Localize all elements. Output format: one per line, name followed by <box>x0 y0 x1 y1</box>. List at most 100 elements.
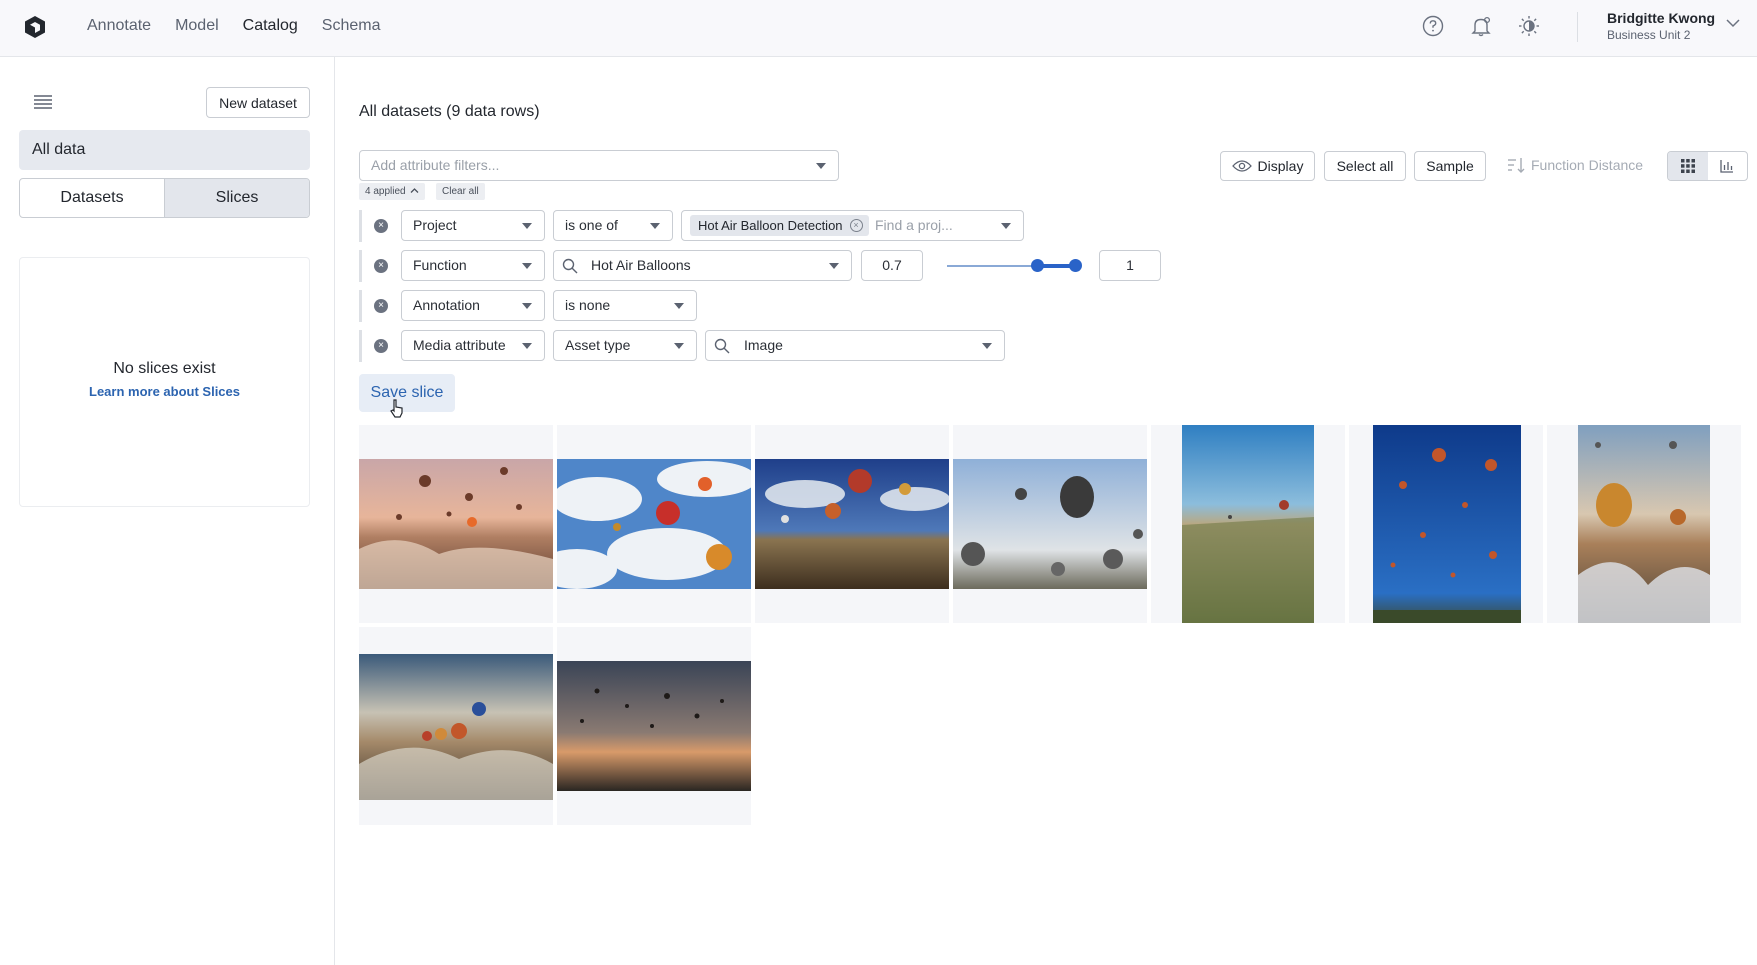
caret-down-icon <box>522 263 532 269</box>
user-menu[interactable]: Bridgitte Kwong Business Unit 2 <box>1607 10 1715 43</box>
select-all-button[interactable]: Select all <box>1324 151 1406 181</box>
function-select[interactable]: Hot Air Balloons <box>553 250 852 281</box>
filter-row-marker <box>359 250 362 282</box>
function-min-input[interactable]: 0.7 <box>861 250 923 281</box>
balloons-rock-ridge <box>359 654 553 800</box>
sidebar-item-all-data[interactable]: All data <box>19 130 310 170</box>
gallery-item[interactable] <box>953 425 1147 623</box>
top-icon-group <box>1420 13 1542 39</box>
page-title: All datasets (9 data rows) <box>359 103 540 120</box>
filter-field-select[interactable]: Function <box>401 250 545 281</box>
remove-filter-icon[interactable]: × <box>374 219 388 233</box>
clear-all-filters-button[interactable]: Clear all <box>436 183 485 200</box>
learn-more-slices-link[interactable]: Learn more about Slices <box>20 384 309 399</box>
filter-field-select[interactable]: Media attribute <box>401 330 545 361</box>
gallery-item[interactable] <box>359 425 553 623</box>
caret-down-icon <box>1001 223 1011 229</box>
project-multiselect[interactable]: Hot Air Balloon Detection × Find a proj..… <box>681 210 1024 241</box>
filter-operator-select[interactable]: is one of <box>553 210 673 241</box>
remove-filter-icon[interactable]: × <box>374 339 388 353</box>
applied-count: 4 applied <box>365 186 406 197</box>
filter-operator-value: is none <box>565 297 611 313</box>
chevron-down-icon[interactable] <box>1726 18 1740 28</box>
save-slice-button[interactable]: Save slice <box>359 374 455 412</box>
eye-icon <box>1231 160 1252 172</box>
filter-row-marker <box>359 330 362 362</box>
balloons-portrait-valley <box>1182 425 1314 623</box>
caret-down-icon <box>816 163 826 169</box>
caret-down-icon <box>650 223 660 229</box>
brightness-icon[interactable] <box>1516 13 1542 39</box>
bell-icon[interactable] <box>1468 13 1494 39</box>
gallery-item[interactable] <box>359 627 553 825</box>
chevron-up-icon <box>410 188 419 193</box>
asset-type-value: Image <box>744 337 783 353</box>
sample-button[interactable]: Sample <box>1414 151 1486 181</box>
function-max-input[interactable]: 1 <box>1099 250 1161 281</box>
caret-down-icon <box>829 263 839 269</box>
nav-schema[interactable]: Schema <box>322 16 381 36</box>
display-button[interactable]: Display <box>1220 151 1315 181</box>
tab-datasets[interactable]: Datasets <box>20 179 164 217</box>
list-menu-icon[interactable] <box>33 94 53 110</box>
filter-field-value: Annotation <box>413 297 480 313</box>
gallery-item[interactable] <box>557 425 751 623</box>
gallery-item[interactable] <box>1349 425 1543 623</box>
chart-view-icon[interactable] <box>1708 152 1748 180</box>
search-icon <box>714 338 730 354</box>
attribute-filter-input[interactable]: Add attribute filters... <box>359 150 839 181</box>
grid-view-icon[interactable] <box>1668 152 1708 180</box>
filter-operator-select[interactable]: is none <box>553 290 697 321</box>
datasets-slices-toggle: Datasets Slices <box>19 178 310 218</box>
caret-down-icon <box>674 343 684 349</box>
sort-icon <box>1508 158 1525 173</box>
logo-icon[interactable] <box>22 14 48 40</box>
empty-slices-title: No slices exist <box>113 360 216 377</box>
gallery-item[interactable] <box>1547 425 1741 623</box>
applied-filters-chip[interactable]: 4 applied <box>359 183 426 200</box>
new-dataset-button[interactable]: New dataset <box>206 87 310 118</box>
filter-field-select[interactable]: Project <box>401 210 545 241</box>
empty-slices-card: No slices exist Learn more about Slices <box>19 257 310 507</box>
find-project-placeholder[interactable]: Find a proj... <box>875 211 953 240</box>
nav-catalog[interactable]: Catalog <box>243 16 298 36</box>
asset-type-value-select[interactable]: Image <box>705 330 1005 361</box>
filter-field-value: Media attribute <box>413 337 506 353</box>
caret-down-icon <box>522 343 532 349</box>
nav-annotate[interactable]: Annotate <box>87 16 151 36</box>
top-divider <box>1577 12 1578 42</box>
user-name: Bridgitte Kwong <box>1607 10 1716 26</box>
filter-operator-value: is one of <box>565 217 618 233</box>
caret-down-icon <box>674 303 684 309</box>
balloons-portrait-canyon <box>1578 425 1710 623</box>
help-icon[interactable] <box>1420 13 1446 39</box>
search-icon <box>562 258 578 274</box>
caret-down-icon <box>522 303 532 309</box>
main-nav: Annotate Model Catalog Schema <box>87 16 381 36</box>
remove-filter-icon[interactable]: × <box>374 259 388 273</box>
top-navigation-bar: Annotate Model Catalog Schema Bridgitte … <box>0 0 1757 57</box>
gallery-item[interactable] <box>557 627 751 825</box>
function-distance-label: Function Distance <box>1531 157 1644 173</box>
mouse-pointer-icon <box>390 399 403 418</box>
gallery-item[interactable] <box>755 425 949 623</box>
filter-field-value: Project <box>413 217 457 233</box>
gallery-item[interactable] <box>1151 425 1345 623</box>
project-tag: Hot Air Balloon Detection × <box>690 215 869 236</box>
remove-filter-icon[interactable]: × <box>374 299 388 313</box>
tab-slices[interactable]: Slices <box>164 179 309 217</box>
filter-operator-select[interactable]: Asset type <box>553 330 697 361</box>
view-toggle <box>1667 151 1748 181</box>
filter-field-select[interactable]: Annotation <box>401 290 545 321</box>
function-value: Hot Air Balloons <box>591 257 691 273</box>
slider-max-handle[interactable] <box>1069 259 1082 272</box>
function-distance-sort[interactable]: Function Distance <box>1507 157 1643 173</box>
balloons-morning-sky <box>953 459 1147 589</box>
user-unit: Business Unit 2 <box>1607 28 1691 42</box>
balloons-dark-sky-valley <box>755 459 949 589</box>
tag-remove-icon[interactable]: × <box>849 219 863 232</box>
filter-operator-value: Asset type <box>565 337 631 353</box>
slider-min-handle[interactable] <box>1031 259 1044 272</box>
nav-model[interactable]: Model <box>175 16 219 36</box>
filter-row-marker <box>359 290 362 322</box>
